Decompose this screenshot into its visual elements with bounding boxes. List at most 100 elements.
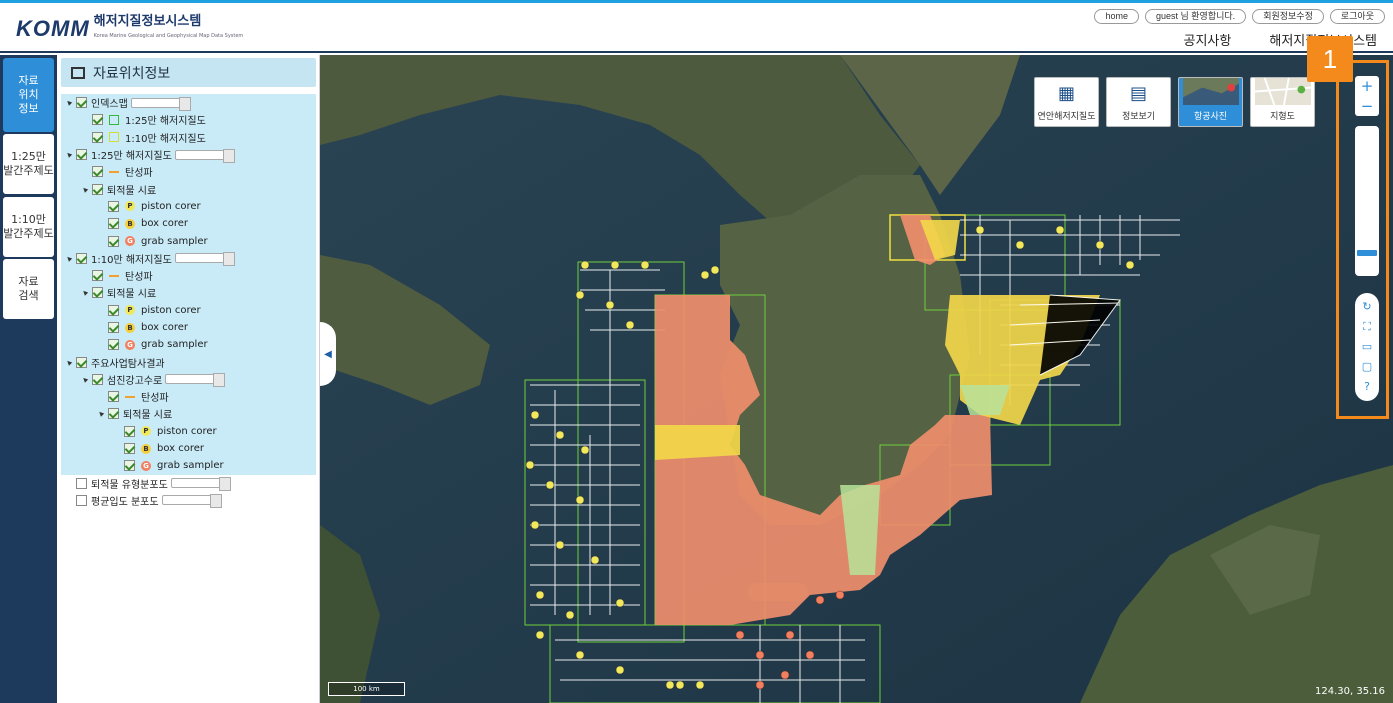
expand-toggle-icon[interactable]: ▲ xyxy=(64,97,75,108)
measure-icon[interactable]: ▭ xyxy=(1362,341,1372,353)
nav-notice[interactable]: 공지사항 xyxy=(1184,30,1232,49)
zoom-buttons: + − xyxy=(1355,76,1379,116)
layer-checkbox[interactable] xyxy=(92,373,103,385)
layer-checkbox[interactable] xyxy=(76,477,87,489)
layer-checkbox[interactable] xyxy=(108,218,119,230)
tree-row[interactable]: ▲ 섬진강고수로 xyxy=(61,370,316,389)
terrain-thumb-icon xyxy=(1254,78,1311,105)
tree-row[interactable]: Ppiston corer xyxy=(61,422,316,440)
expand-toggle-icon[interactable]: ▲ xyxy=(96,409,107,420)
layer-checkbox[interactable] xyxy=(92,183,103,195)
tree-row[interactable]: Ppiston corer xyxy=(61,301,316,319)
refresh-icon[interactable]: ↻ xyxy=(1362,301,1371,313)
tree-row[interactable]: Bbox corer xyxy=(61,215,316,233)
expand-toggle-icon[interactable]: ▲ xyxy=(80,374,91,385)
expand-toggle-icon[interactable]: ▲ xyxy=(64,357,75,368)
layer-checkbox[interactable] xyxy=(92,166,103,178)
grid-icon: ▦ xyxy=(1057,83,1075,104)
layer-checkbox[interactable] xyxy=(108,408,119,420)
info-view-button[interactable]: ▤ 정보보기 xyxy=(1106,77,1171,127)
coastal-map-button[interactable]: ▦ 연안해저지질도 xyxy=(1034,77,1099,127)
tree-row[interactable]: 1:25만 해저지질도 xyxy=(61,111,316,129)
layer-checkbox[interactable] xyxy=(76,149,87,161)
layer-label: 평균입도 분포도 xyxy=(91,496,159,508)
tree-row[interactable]: 1:10만 해저지질도 xyxy=(61,128,316,146)
system-sub-text: Korea Marine Geological and Geophysical … xyxy=(93,33,244,39)
tree-row[interactable]: Ggrab sampler xyxy=(61,336,316,354)
expand-toggle-icon[interactable]: ▲ xyxy=(80,184,91,195)
layer-checkbox[interactable] xyxy=(76,97,87,109)
tab-250k-maps[interactable]: 1:25만 발간주제도 xyxy=(3,134,54,194)
welcome-button[interactable]: guest 님 환영합니다. xyxy=(1144,9,1247,24)
tree-row[interactable]: ▲ 퇴적물 시료 xyxy=(61,180,316,198)
layer-checkbox[interactable] xyxy=(92,131,103,143)
opacity-slider[interactable] xyxy=(174,252,235,267)
opacity-slider[interactable] xyxy=(165,373,226,388)
layer-checkbox[interactable] xyxy=(92,114,103,126)
btn-label: 연안해저지질도 xyxy=(1037,112,1096,122)
tree-row[interactable]: ▲ 퇴적물 시료 xyxy=(61,405,316,423)
logo[interactable]: KOMM 해저지질정보시스템 Korea Marine Geological an… xyxy=(16,15,243,43)
panel-collapse-button[interactable]: ◀ xyxy=(320,322,336,386)
map-tools: ↻ ⛶ ▭ ▢ ? xyxy=(1355,293,1379,401)
layer-checkbox[interactable] xyxy=(108,304,119,316)
zoom-slider-thumb[interactable] xyxy=(1357,250,1377,256)
btn-label: 정보보기 xyxy=(1121,112,1156,122)
layer-checkbox[interactable] xyxy=(92,287,103,299)
aerial-photo-button[interactable]: 항공사진 xyxy=(1178,77,1243,127)
tree-row[interactable]: 퇴적물 유형분포도 xyxy=(61,475,316,492)
tree-row[interactable]: 탄성파 xyxy=(61,163,316,181)
layer-label: grab sampler xyxy=(141,339,208,351)
layer-buttons: ▦ 연안해저지질도 ▤ 정보보기 항공사진 지형도 xyxy=(1034,77,1315,127)
fullextent-icon[interactable]: ⛶ xyxy=(1363,321,1371,333)
layer-checkbox[interactable] xyxy=(108,200,119,212)
map-view[interactable] xyxy=(320,55,1393,703)
terrain-map-button[interactable]: 지형도 xyxy=(1250,77,1315,127)
zoom-out-button[interactable]: − xyxy=(1361,96,1374,116)
tree-row[interactable]: Ggrab sampler xyxy=(61,457,316,475)
help-icon[interactable]: ? xyxy=(1364,381,1370,393)
opacity-slider[interactable] xyxy=(161,494,222,509)
expand-toggle-icon[interactable]: ▲ xyxy=(80,288,91,299)
map-canvas[interactable] xyxy=(320,55,1393,703)
expand-toggle-icon[interactable]: ▲ xyxy=(64,253,75,264)
opacity-slider[interactable] xyxy=(130,96,191,111)
layer-checkbox[interactable] xyxy=(124,425,135,437)
tree-row[interactable]: Bbox corer xyxy=(61,439,316,458)
tree-row[interactable]: 탄성파 xyxy=(61,388,316,406)
tree-row[interactable]: ▲ 1:25만 해저지질도 xyxy=(61,145,316,164)
layer-checkbox[interactable] xyxy=(108,235,119,247)
tree-row[interactable]: 탄성파 xyxy=(61,266,316,285)
zoom-in-button[interactable]: + xyxy=(1361,76,1374,96)
screen-icon[interactable]: ▢ xyxy=(1362,361,1372,373)
tree-row[interactable]: Bbox corer xyxy=(61,318,316,337)
edit-profile-button[interactable]: 회원정보수정 xyxy=(1252,9,1324,24)
legend-symbol-icon xyxy=(109,114,119,125)
expand-toggle-icon[interactable]: ▲ xyxy=(64,149,75,160)
opacity-slider[interactable] xyxy=(174,148,235,163)
layer-checkbox[interactable] xyxy=(108,391,119,403)
layer-checkbox[interactable] xyxy=(108,339,119,351)
layer-checkbox[interactable] xyxy=(124,460,135,472)
tree-row[interactable]: ▲ 퇴적물 시료 xyxy=(61,284,316,302)
tree-row[interactable]: Ppiston corer xyxy=(61,197,316,216)
opacity-slider[interactable] xyxy=(170,477,231,492)
layer-checkbox[interactable] xyxy=(92,270,103,282)
layer-checkbox[interactable] xyxy=(124,443,135,455)
layer-checkbox[interactable] xyxy=(76,252,87,264)
logout-button[interactable]: 로그아웃 xyxy=(1329,9,1385,24)
layer-label: 1:25만 해저지질도 xyxy=(91,151,172,163)
layer-checkbox[interactable] xyxy=(108,322,119,333)
layer-checkbox[interactable] xyxy=(76,494,87,506)
tree-row[interactable]: ▲ 1:10만 해저지질도 xyxy=(61,249,316,267)
tree-row[interactable]: ▲ 주요사업탐사결과 xyxy=(61,353,316,371)
tree-row[interactable]: Ggrab sampler xyxy=(61,232,316,250)
tab-100k-maps[interactable]: 1:10만 발간주제도 xyxy=(3,197,54,257)
home-button[interactable]: home xyxy=(1094,9,1139,24)
layer-checkbox[interactable] xyxy=(76,356,87,368)
tree-row[interactable]: 평균입도 분포도 xyxy=(61,492,316,509)
callout-badge: 1 xyxy=(1307,36,1353,82)
tab-data-location[interactable]: 자료 위치 정보 xyxy=(3,58,54,132)
tree-row[interactable]: ▲ 인덱스맵 xyxy=(61,94,316,112)
tab-data-search[interactable]: 자료 검색 xyxy=(3,259,54,319)
